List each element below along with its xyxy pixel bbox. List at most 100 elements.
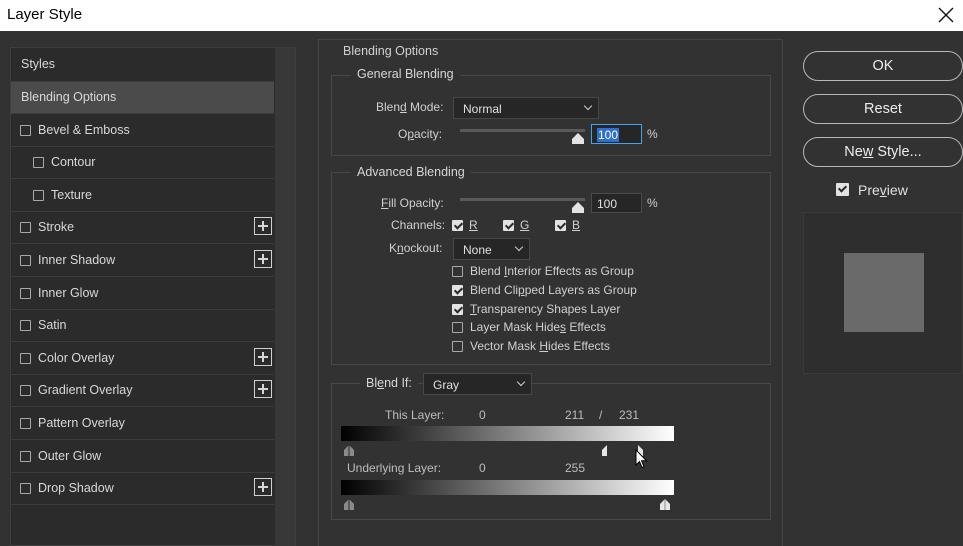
channels-label: Channels: — [391, 218, 446, 232]
fill-opacity-input[interactable]: 100 — [591, 193, 642, 213]
style-checkbox[interactable] — [33, 190, 44, 201]
this-layer-label: This Layer: — [385, 408, 445, 422]
style-row-color-overlay[interactable]: Color Overlay — [11, 343, 274, 375]
channel-b-checkbox[interactable] — [555, 220, 566, 231]
channel-r-label: R — [469, 218, 478, 232]
style-row-stroke[interactable]: Stroke — [11, 212, 274, 244]
fill-opacity-slider-track[interactable] — [460, 198, 585, 201]
plus-icon[interactable] — [254, 380, 272, 398]
opacity-slider-thumb-icon[interactable] — [572, 133, 584, 144]
advanced-option-checkbox[interactable] — [452, 322, 463, 333]
underlying-layer-white-stop-icon[interactable] — [660, 499, 670, 510]
style-row-bevel-emboss[interactable]: Bevel & Emboss — [11, 115, 274, 147]
reset-button[interactable]: Reset — [803, 94, 963, 124]
opacity-value: 100 — [597, 128, 620, 142]
new-style-button[interactable]: New Style... — [803, 137, 963, 167]
advanced-blending-title: Advanced Blending — [351, 165, 471, 179]
style-row-label: Color Overlay — [38, 351, 115, 365]
style-checkbox[interactable] — [20, 320, 31, 331]
preview-swatch — [844, 253, 924, 332]
fill-opacity-label: Fill Opacity: — [381, 196, 444, 210]
style-checkbox[interactable] — [20, 483, 31, 494]
style-row-satin[interactable]: Satin — [11, 310, 274, 342]
this-layer-black-stop-icon[interactable] — [344, 445, 354, 456]
style-checkbox[interactable] — [20, 125, 31, 136]
plus-icon[interactable] — [254, 478, 272, 496]
style-row-label: Inner Glow — [38, 286, 99, 300]
style-row-inner-glow[interactable]: Inner Glow — [11, 278, 274, 310]
blending-options-title: Blending Options — [343, 44, 439, 58]
style-row-outer-glow[interactable]: Outer Glow — [11, 441, 274, 473]
style-row-gradient-overlay[interactable]: Gradient Overlay — [11, 375, 274, 407]
preview-label: Preview — [858, 182, 908, 198]
advanced-option-checkbox[interactable] — [452, 341, 463, 352]
blend-mode-label: Blend Mode: — [376, 100, 444, 114]
style-row-label: Blending Options — [21, 90, 117, 104]
advanced-option-checkbox[interactable] — [452, 266, 463, 277]
preview-box — [803, 212, 963, 374]
plus-icon[interactable] — [254, 348, 272, 366]
channel-g-checkbox[interactable] — [503, 220, 514, 231]
this-layer-gradient-bar — [341, 426, 674, 441]
channel-b-label: B — [572, 218, 581, 232]
chevron-down-icon — [514, 242, 524, 252]
underlying-layer-gradient-bar — [341, 480, 674, 495]
style-checkbox[interactable] — [33, 157, 44, 168]
advanced-option-checkbox[interactable] — [452, 285, 463, 296]
this-layer-min: 0 — [479, 408, 486, 422]
opacity-percent: % — [647, 127, 658, 141]
style-row-blending-options[interactable]: Blending Options — [11, 82, 274, 114]
style-checkbox[interactable] — [20, 451, 31, 462]
styles-list-scrollbar[interactable] — [275, 48, 295, 546]
opacity-slider-track[interactable] — [460, 129, 585, 132]
style-row-drop-shadow[interactable]: Drop Shadow — [11, 473, 274, 505]
plus-icon[interactable] — [254, 250, 272, 268]
channel-g-label: G — [520, 218, 530, 232]
this-layer-max-right: 231 — [619, 408, 640, 422]
advanced-option-label: Blend Interior Effects as Group — [470, 264, 634, 278]
knockout-select[interactable]: None — [453, 238, 530, 260]
ok-button[interactable]: OK — [803, 51, 963, 81]
style-row-label: Outer Glow — [38, 449, 102, 463]
window-title: Layer Style — [7, 6, 83, 23]
chevron-down-icon — [516, 377, 526, 387]
close-icon[interactable] — [933, 2, 959, 28]
style-row-contour[interactable]: Contour — [11, 147, 274, 179]
knockout-label: Knockout: — [389, 241, 443, 255]
opacity-input[interactable]: 100 — [591, 124, 642, 144]
advanced-option-label: Vector Mask Hides Effects — [470, 339, 610, 353]
style-checkbox[interactable] — [20, 418, 31, 429]
mouse-cursor-icon — [635, 449, 648, 469]
advanced-option-label: Blend Clipped Layers as Group — [470, 283, 637, 297]
underlying-layer-min: 0 — [479, 461, 486, 475]
fill-opacity-value: 100 — [597, 197, 618, 211]
fill-opacity-slider-thumb-icon[interactable] — [572, 202, 584, 213]
style-row-inner-shadow[interactable]: Inner Shadow — [11, 245, 274, 277]
blend-mode-select[interactable]: Normal — [453, 97, 599, 119]
underlying-layer-black-stop-icon[interactable] — [344, 499, 354, 510]
blend-if-select[interactable]: Gray — [423, 373, 532, 395]
advanced-option-checkbox[interactable] — [452, 304, 463, 315]
style-checkbox[interactable] — [20, 353, 31, 364]
channel-r-checkbox[interactable] — [452, 220, 463, 231]
style-row-label: Satin — [38, 318, 67, 332]
fill-opacity-percent: % — [647, 196, 658, 210]
underlying-layer-max: 255 — [565, 461, 586, 475]
style-checkbox[interactable] — [20, 222, 31, 233]
blend-if-group — [331, 383, 771, 520]
styles-header[interactable]: Styles — [11, 48, 274, 82]
style-checkbox[interactable] — [20, 255, 31, 266]
styles-header-label: Styles — [21, 57, 56, 71]
style-checkbox[interactable] — [20, 288, 31, 299]
style-row-label: Bevel & Emboss — [38, 123, 130, 137]
plus-icon[interactable] — [254, 217, 272, 235]
style-row-label: Inner Shadow — [38, 253, 116, 267]
style-row-label: Pattern Overlay — [38, 416, 125, 430]
this-layer-white-stop-left-icon[interactable] — [602, 445, 612, 456]
general-blending-title: General Blending — [351, 67, 460, 81]
style-row-pattern-overlay[interactable]: Pattern Overlay — [11, 408, 274, 440]
opacity-label: Opacity: — [398, 127, 443, 141]
preview-checkbox[interactable] — [836, 183, 849, 196]
style-checkbox[interactable] — [20, 385, 31, 396]
style-row-texture[interactable]: Texture — [11, 180, 274, 212]
